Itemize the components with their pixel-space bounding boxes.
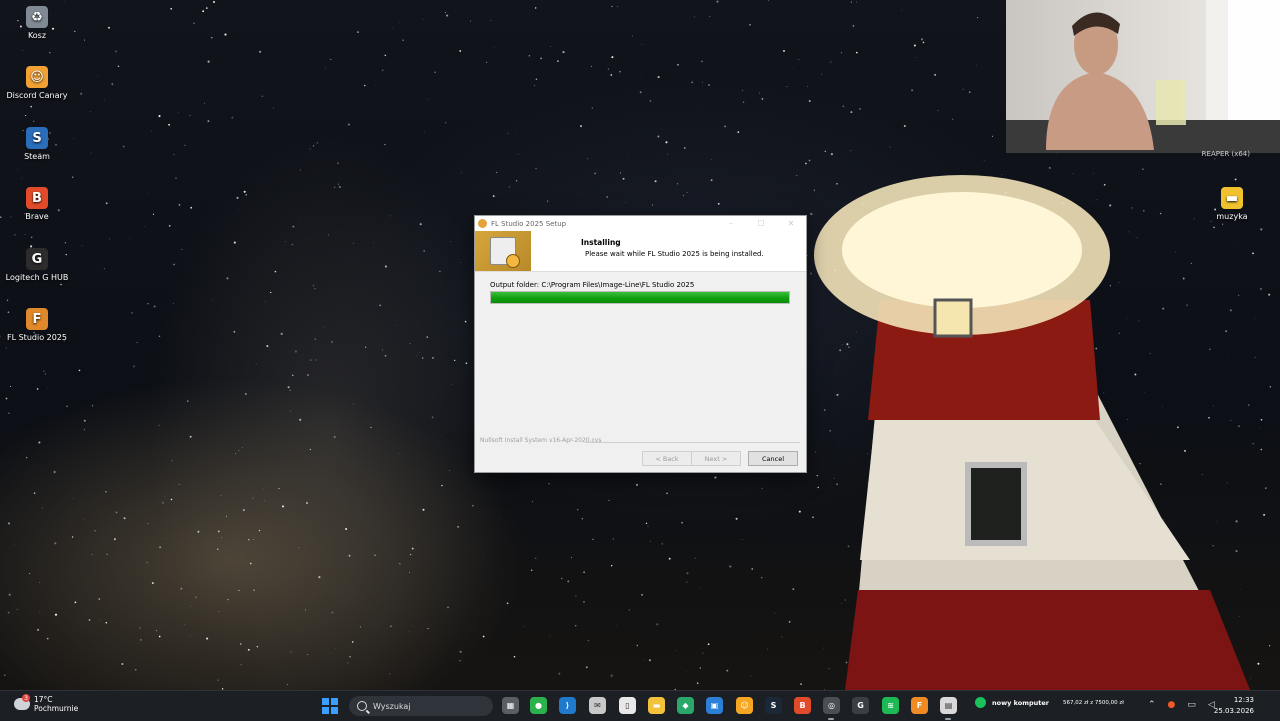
vscode-icon[interactable]: ⟩ [559,697,576,714]
setup-window[interactable]: FL Studio 2025 Setup – ☐ ✕ Installing Pl… [474,215,807,473]
divider [585,442,800,443]
installer-icon[interactable]: ▤ [940,697,957,714]
webcam-person-image [1006,0,1280,153]
notification-badge: 3 [22,694,30,702]
spotify-icon[interactable]: ≋ [882,697,899,714]
fl-studio-icon: F [26,308,48,330]
nsis-branding: Nullsoft Install System v16-Apr-2020.cvs [480,437,601,444]
folder-icon: ▬ [1221,187,1243,209]
desktop-icon-steam[interactable]: S Steam [2,127,72,161]
weather-widget[interactable]: 3 17°C Pochmurnie [14,695,78,713]
page-title: Installing [581,238,621,247]
webcam-overlay [1006,0,1280,153]
monitor-app-icon[interactable]: ● [530,697,547,714]
mail-icon[interactable]: ✉ [589,697,606,714]
brave-icon[interactable]: ◆ [677,697,694,714]
windows-logo-icon [322,698,329,705]
page-subtitle: Please wait while FL Studio 2025 is bein… [585,250,764,258]
maximize-button[interactable]: ☐ [746,219,776,228]
task-view-icon[interactable]: ▦ [502,697,519,714]
output-folder-label: Output folder: C:\Program Files\Image-Li… [490,281,694,289]
search-icon [357,701,367,711]
desktop-icon-label: FL Studio 2025 [2,333,72,342]
install-box-icon [490,237,516,265]
desktop-icon-kosz[interactable]: ♻ Kosz [2,6,72,40]
photos-icon[interactable]: ▣ [706,697,723,714]
search-box[interactable]: Wyszukaj [349,696,493,716]
budget-label: nowy komputer [992,699,1049,707]
weather-condition: Pochmurnie [34,704,78,713]
header-band: Installing Please wait while FL Studio 2… [475,231,806,272]
recycle-bin-icon: ♻ [26,6,48,28]
budget-value: 567,02 zł z 7500,00 zł [1063,700,1124,706]
chrome-icon[interactable]: ◎ [823,697,840,714]
chevron-up-icon[interactable]: ⌃ [1148,700,1156,710]
desktop-icon-label: Steam [2,152,72,161]
file-explorer-icon[interactable]: ▬ [648,697,665,714]
next-button[interactable]: Next > [691,451,741,466]
webcam-caption: REAPER (x64) [1202,150,1250,158]
taskbar: 3 17°C Pochmurnie Wyszukaj ▦ ● ⟩ ✉ ▯ ▬ ◆ ▣ ☺ SB ◎ G… [0,690,1280,721]
logitech-icon[interactable]: G [852,697,869,714]
status-dot-icon [975,697,986,708]
cancel-button[interactable]: Cancel [748,451,798,466]
desktop-icon-label: Discord Canary [2,91,72,100]
system-tray: ⌃ ● ▭ ◁ [1148,700,1215,710]
microphone-icon[interactable]: ● [1168,700,1176,710]
clock-date: 25.03.2026 [1214,706,1254,717]
title-bar[interactable]: FL Studio 2025 Setup – ☐ ✕ [475,216,806,231]
window-title: FL Studio 2025 Setup [491,220,566,228]
cloud-icon: 3 [14,698,30,710]
desktop-icon-brave[interactable]: B Brave [2,187,72,221]
minimize-button[interactable]: – [716,219,746,228]
steam-icon: S [26,127,48,149]
progress-fill [491,292,789,303]
weather-temp: 17°C [34,695,78,704]
network-icon[interactable]: ▭ [1187,700,1196,710]
brave-icon[interactable]: B [794,697,811,714]
start-button[interactable] [322,698,338,714]
steam-icon[interactable]: S [765,697,782,714]
search-placeholder: Wyszukaj [373,702,411,711]
lighthouse [814,175,1250,690]
desktop-icon-label: Logitech G HUB [2,273,72,282]
desktop-icon-logitech-g-hub[interactable]: G Logitech G HUB [2,248,72,282]
logitech-icon: G [26,248,48,270]
install-progress-bar [490,291,790,304]
close-button[interactable]: ✕ [776,219,806,228]
desktop-icon-muzyka[interactable]: ▬ muzyka [1197,187,1267,221]
fl-studio-icon[interactable]: F [911,697,928,714]
desktop-icon-fl-studio-2025[interactable]: F FL Studio 2025 [2,308,72,342]
desktop-icon-discord-canary[interactable]: ☺ Discord Canary [2,66,72,100]
clock-time: 12:33 [1214,695,1254,706]
brave-icon: B [26,187,48,209]
desktop-icon-label: Brave [2,212,72,221]
discord-icon[interactable]: ☺ [736,697,753,714]
desktop-icon-label: Kosz [2,31,72,40]
installer-header-image [475,231,531,271]
budget-widget[interactable]: nowy komputer 567,02 zł z 7500,00 zł [975,697,1124,708]
clock[interactable]: 12:33 25.03.2026 [1214,695,1254,717]
back-button[interactable]: < Back [642,451,692,466]
fl-studio-icon [478,219,487,228]
discord-icon: ☺ [26,66,48,88]
desktop-icon-label: muzyka [1197,212,1267,221]
file-icon[interactable]: ▯ [619,697,636,714]
